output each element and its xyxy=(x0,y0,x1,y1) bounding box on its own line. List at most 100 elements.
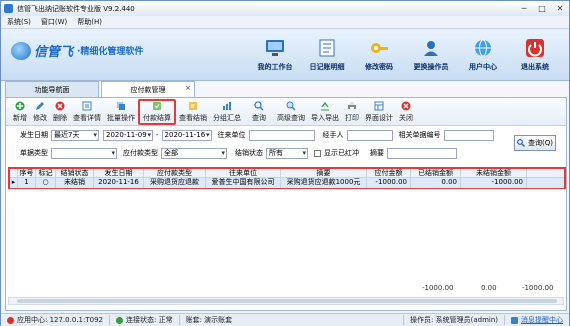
payables-grid: 序号 标记 结销状态 发生日期 应付款类型 往来单位 摘要 应付金额 已结销金额… xyxy=(8,167,566,189)
window-title: 信管飞出纳记账软件专业版 V9.2.440 xyxy=(17,4,135,13)
date-to-field[interactable]: 2020-11-16 xyxy=(161,129,212,141)
logo-mark-icon xyxy=(11,41,31,60)
close-button[interactable]: ✕ xyxy=(554,3,566,14)
minimize-button[interactable]: ─ xyxy=(518,3,530,14)
workbench-button[interactable]: 我的工作台 xyxy=(249,37,301,72)
payment-settle-button[interactable]: 付款结算 xyxy=(138,98,176,125)
add-icon xyxy=(14,100,26,111)
col-seq[interactable]: 序号 xyxy=(18,169,36,177)
batch-operation-button[interactable]: 批量操作 xyxy=(104,99,138,125)
toolbar: 新增 修改 删除 查看详情 批量操作 付款结算 查看结销 分组汇总 查询 高级查… xyxy=(6,98,566,126)
pay-type-label: 应付款类型 xyxy=(123,149,158,157)
print-icon xyxy=(346,100,358,111)
details-icon xyxy=(81,100,93,111)
col-settle-status[interactable]: 结销状态 xyxy=(56,169,94,177)
row-indicator-icon: ▸ xyxy=(10,178,18,188)
advanced-query-button[interactable]: 高级查询 xyxy=(274,99,308,125)
advanced-query-icon xyxy=(285,100,297,111)
summary-input[interactable] xyxy=(387,147,457,159)
col-settled[interactable]: 已结销金额 xyxy=(411,169,461,177)
group-summary-button[interactable]: 分组汇总 xyxy=(210,99,244,125)
key-icon xyxy=(368,37,390,59)
query-button[interactable]: 查询 xyxy=(244,99,274,125)
exit-system-button[interactable]: 退出系统 xyxy=(509,37,561,72)
delete-icon xyxy=(54,100,66,111)
tab-bar: 功能导航面 应付款管理 × xyxy=(5,81,195,97)
tab-close-icon[interactable]: × xyxy=(185,84,191,92)
counterparty-input[interactable] xyxy=(248,129,315,141)
operator-status: 操作员: 系统管理员(admin) xyxy=(403,315,504,325)
table-row[interactable]: ▸ 1 ○ 未结销 2020-11-16 采购退货应退款 爱普生中国有限公司 采… xyxy=(10,178,564,188)
status-bar: 应用中心: 127.0.0.1:T092 连接状态: 正常 账套: 演示账套 操… xyxy=(1,313,569,326)
query-icon xyxy=(253,100,265,111)
close-circle-icon xyxy=(400,100,412,111)
col-pay-type[interactable]: 应付款类型 xyxy=(144,169,206,177)
tab-payables[interactable]: 应付款管理 × xyxy=(101,81,195,97)
view-settle-icon xyxy=(187,100,199,111)
edit-button[interactable]: 修改 xyxy=(30,99,50,125)
group-summary-icon xyxy=(221,100,233,111)
menu-help[interactable]: 帮助(H) xyxy=(77,17,102,27)
settle-status-select[interactable]: 所有 xyxy=(266,147,308,159)
grid-totals: -1000.00 0.00 -1000.00 xyxy=(6,284,566,294)
account-status: 账套: 演示账套 xyxy=(178,315,239,325)
related-no-label: 相关单据编号 xyxy=(398,131,441,139)
col-date[interactable]: 发生日期 xyxy=(94,169,144,177)
counterparty-label: 往来单位 xyxy=(217,131,246,139)
maximize-button[interactable]: □ xyxy=(536,3,548,14)
import-export-button[interactable]: 导入导出 xyxy=(308,99,342,125)
date-from-field[interactable]: 2020-11-09 xyxy=(103,129,153,141)
col-amount-due[interactable]: 应付金额 xyxy=(367,169,411,177)
ledger-detail-button[interactable]: 日记账明细 xyxy=(301,37,353,72)
summary-label: 摘要 xyxy=(370,149,384,157)
doc-type-select[interactable] xyxy=(51,147,117,159)
header-banner: 信管飞 ·精细化管理软件 我的工作台 日记账明细 修改密码 更换操作员 用户中心… xyxy=(1,29,569,81)
handler-input[interactable] xyxy=(346,129,393,141)
horizontal-scrollbar[interactable] xyxy=(8,297,564,305)
tab-function-nav[interactable]: 功能导航面 xyxy=(5,81,99,97)
layout-design-button[interactable]: 界面设计 xyxy=(362,99,396,125)
col-unsettled[interactable]: 未结销金额 xyxy=(461,169,527,177)
view-settle-button[interactable]: 查看结销 xyxy=(176,99,210,125)
message-center-link[interactable]: 消息提醒中心 xyxy=(504,315,569,325)
total-unsettled: -1000.00 xyxy=(522,284,554,292)
connection-status: 连接状态: 正常 xyxy=(108,315,179,325)
title-bar: 信管飞出纳记账软件专业版 V9.2.440 ─ □ ✕ xyxy=(1,1,569,16)
menu-window[interactable]: 窗口(W) xyxy=(41,17,67,27)
menu-bar: 系统(S) 窗口(W) 帮助(H) xyxy=(1,16,569,29)
add-button[interactable]: 新增 xyxy=(10,99,30,125)
col-summary[interactable]: 摘要 xyxy=(281,169,367,177)
brand-logo: 信管飞 ·精细化管理软件 xyxy=(11,41,143,60)
power-icon xyxy=(524,37,546,59)
change-password-button[interactable]: 修改密码 xyxy=(353,37,405,72)
col-counterparty[interactable]: 往来单位 xyxy=(206,169,281,177)
import-export-icon xyxy=(319,100,331,111)
show-red-checkbox[interactable] xyxy=(314,149,321,157)
switch-operator-button[interactable]: 更换操作员 xyxy=(405,37,457,72)
search-icon xyxy=(517,139,525,147)
col-mark[interactable]: 标记 xyxy=(36,169,56,177)
query-submit-button[interactable]: 查询(Q) xyxy=(514,135,556,151)
settle-status-label: 结销状态 xyxy=(235,149,263,157)
batch-icon xyxy=(115,100,127,111)
related-no-input[interactable] xyxy=(443,129,494,141)
grid-header: 序号 标记 结销状态 发生日期 应付款类型 往来单位 摘要 应付金额 已结销金额… xyxy=(10,169,564,178)
user-center-button[interactable]: 用户中心 xyxy=(457,37,509,72)
handler-label: 经手人 xyxy=(322,131,344,139)
close-panel-button[interactable]: 关闭 xyxy=(396,99,416,125)
logo-slogan: ·精细化管理软件 xyxy=(77,47,144,57)
logo-name: 信管飞 xyxy=(34,45,74,60)
view-details-button[interactable]: 查看详情 xyxy=(70,99,104,125)
globe-icon xyxy=(472,37,494,59)
date-label: 发生日期 xyxy=(20,131,48,139)
row-mark-icon[interactable]: ○ xyxy=(36,178,56,188)
menu-system[interactable]: 系统(S) xyxy=(7,17,31,27)
app-center-status: 应用中心: 127.0.0.1:T092 xyxy=(1,315,109,325)
payables-panel: 新增 修改 删除 查看详情 批量操作 付款结算 查看结销 分组汇总 查询 高级查… xyxy=(5,97,567,311)
delete-button[interactable]: 删除 xyxy=(50,99,70,125)
status-dot-icon xyxy=(7,316,14,324)
date-range-select[interactable]: 最近7天 xyxy=(51,129,99,141)
print-button[interactable]: 打印 xyxy=(342,99,362,125)
pay-type-select[interactable]: 全部 xyxy=(161,147,227,159)
scroll-thumb[interactable] xyxy=(17,299,557,303)
